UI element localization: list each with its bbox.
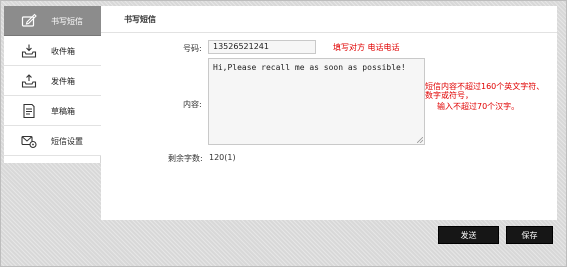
remaining-chars-value: 120(1) xyxy=(209,153,236,162)
compose-panel: 书写短信 号码: 13526521241 填写对方 电话电话 内容: Hi,Pl… xyxy=(101,6,557,220)
content-label: 内容: xyxy=(183,100,202,109)
sidebar-item-inbox[interactable]: 收件箱 xyxy=(4,36,101,66)
outbox-icon xyxy=(21,74,37,88)
title-divider xyxy=(101,32,557,33)
drafts-icon xyxy=(23,103,35,119)
sidebar-item-label: 发件箱 xyxy=(51,77,75,86)
message-textarea[interactable]: Hi,Please recall me as soon as possible! xyxy=(208,58,425,145)
sidebar-item-sms-settings[interactable]: 短信设置 xyxy=(4,126,101,156)
action-bar: 发送 保存 xyxy=(101,220,557,259)
content-hint-line-2: 数字或符号， xyxy=(425,91,473,100)
sidebar-item-label: 草稿箱 xyxy=(51,107,75,116)
sidebar-item-compose[interactable]: 书写短信 xyxy=(4,6,101,36)
sidebar-item-label: 收件箱 xyxy=(51,47,75,56)
content-hint-line-3: 输入不超过70个汉字。 xyxy=(437,102,520,111)
sidebar-item-label: 短信设置 xyxy=(51,137,83,146)
sidebar: 书写短信 收件箱 发件箱 草稿箱 短信设置 xyxy=(4,6,101,163)
phone-number-input[interactable]: 13526521241 xyxy=(208,40,316,54)
sms-settings-icon xyxy=(21,135,37,149)
compose-icon xyxy=(21,13,37,27)
number-label: 号码: xyxy=(183,44,202,53)
resize-handle-icon[interactable] xyxy=(417,137,423,143)
remaining-chars-label: 剩余字数: xyxy=(168,154,203,163)
page-title: 书写短信 xyxy=(124,15,156,24)
content-hint-line-1: 短信内容不超过160个英文字符、 xyxy=(425,82,545,91)
sidebar-item-label: 书写短信 xyxy=(51,17,83,26)
number-hint: 填写对方 电话电话 xyxy=(333,43,400,52)
sidebar-item-drafts[interactable]: 草稿箱 xyxy=(4,96,101,126)
sidebar-item-outbox[interactable]: 发件箱 xyxy=(4,66,101,96)
save-button[interactable]: 保存 xyxy=(506,226,553,244)
send-button[interactable]: 发送 xyxy=(438,226,499,244)
inbox-icon xyxy=(21,44,37,58)
